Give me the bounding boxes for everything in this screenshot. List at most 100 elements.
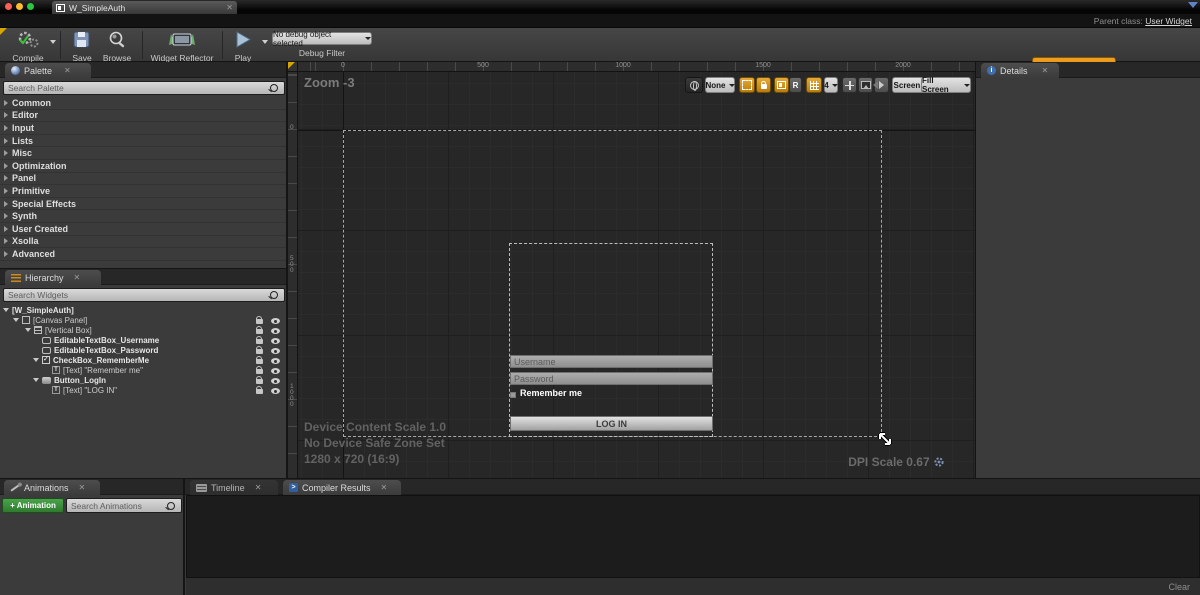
clear-button[interactable]: Clear [1168, 582, 1190, 592]
parent-class-link[interactable]: User Widget [1145, 16, 1192, 26]
tree-row-editabletextbox-password[interactable]: EditableTextBox_Password [0, 345, 286, 355]
tutorial-corner-icon[interactable] [288, 62, 295, 69]
eye-icon[interactable] [271, 388, 280, 394]
close-tab-icon[interactable]: ✕ [226, 4, 233, 12]
tree-row-vertical-box[interactable]: [Vertical Box] [0, 325, 286, 335]
show-outlines-toggle[interactable] [739, 77, 755, 93]
palette-category-xsolla[interactable]: Xsolla [0, 236, 286, 249]
browse-button[interactable]: Browse [98, 31, 136, 63]
lock-widgets-toggle[interactable] [756, 77, 771, 93]
grid-snap-toggle[interactable] [806, 77, 822, 93]
expander-icon[interactable] [13, 318, 19, 322]
palette-category-common[interactable]: Common [0, 97, 286, 110]
palette-category-synth[interactable]: Synth [0, 210, 286, 223]
tutorial-corner-icon[interactable] [0, 28, 7, 35]
eye-icon[interactable] [271, 318, 280, 324]
play-button[interactable]: Play [228, 31, 258, 63]
palette-category-optimization[interactable]: Optimization [0, 160, 286, 173]
compile-options-caret[interactable] [50, 40, 56, 44]
expander-icon[interactable] [4, 238, 8, 244]
close-icon[interactable]: ✕ [1042, 67, 1049, 75]
expander-icon[interactable] [4, 112, 8, 118]
remember-me-checkbox-widget[interactable] [510, 392, 516, 398]
transform-mode-button[interactable] [842, 77, 857, 93]
animations-tab[interactable]: Animations ✕ [4, 480, 100, 495]
palette-category-primitive[interactable]: Primitive [0, 185, 286, 198]
expander-icon[interactable] [25, 328, 31, 332]
expander-icon[interactable] [4, 213, 8, 219]
username-textbox-widget[interactable]: Username [510, 355, 713, 368]
expander-icon[interactable] [4, 188, 8, 194]
lock-icon[interactable] [256, 379, 263, 384]
eye-icon[interactable] [271, 348, 280, 354]
gear-icon[interactable] [933, 456, 945, 468]
palette-category-user-created[interactable]: User Created [0, 223, 286, 236]
expander-icon[interactable] [3, 308, 9, 312]
compile-button[interactable]: Compile [8, 31, 48, 63]
save-button[interactable]: Save [66, 31, 98, 63]
lock-icon[interactable] [256, 339, 263, 344]
close-icon[interactable]: ✕ [64, 67, 71, 75]
asset-tab[interactable]: W_SimpleAuth ✕ [52, 1, 237, 14]
chevron-down-icon[interactable] [1188, 2, 1198, 8]
details-tab[interactable]: i Details ✕ [981, 63, 1059, 78]
add-animation-button[interactable]: + Animation [2, 498, 64, 513]
preview-background-button[interactable] [858, 77, 873, 93]
palette-category-lists[interactable]: Lists [0, 135, 286, 148]
resize-handle-icon[interactable] [876, 430, 894, 448]
widget-reflector-button[interactable]: Widget Reflector [146, 31, 218, 63]
eye-icon[interactable] [271, 328, 280, 334]
maximize-window-icon[interactable] [27, 3, 34, 10]
rulers-toggle[interactable]: R [789, 77, 802, 93]
palette-search[interactable] [3, 81, 285, 95]
eye-icon[interactable] [271, 338, 280, 344]
compiler-results-output[interactable] [186, 495, 1200, 578]
vertical-box-outline[interactable] [509, 243, 713, 437]
eye-icon[interactable] [271, 358, 280, 364]
lock-icon[interactable] [256, 359, 263, 364]
tree-row-text-log-in[interactable]: T [Text] "LOG IN" [0, 385, 286, 395]
tree-row-button-login[interactable]: Button_LogIn [0, 375, 286, 385]
play-options-caret[interactable] [262, 40, 268, 44]
debug-object-dropdown[interactable]: No debug object selected [272, 32, 372, 45]
compiler-results-tab[interactable]: > Compiler Results ✕ [283, 480, 401, 495]
tree-row-canvas-panel[interactable]: [Canvas Panel] [0, 315, 286, 325]
expander-icon[interactable] [4, 100, 8, 106]
lock-icon[interactable] [256, 389, 263, 394]
close-window-icon[interactable] [5, 3, 12, 10]
palette-category-panel[interactable]: Panel [0, 173, 286, 186]
lock-icon[interactable] [256, 319, 263, 324]
palette-category-input[interactable]: Input [0, 122, 286, 135]
palette-search-input[interactable] [4, 83, 270, 93]
expander-icon[interactable] [33, 358, 39, 362]
close-icon[interactable]: ✕ [79, 484, 86, 492]
close-icon[interactable]: ✕ [255, 484, 262, 492]
eye-icon[interactable] [271, 378, 280, 384]
remember-me-label[interactable]: Remember me [520, 388, 582, 398]
flip-preview-button[interactable] [874, 77, 889, 93]
lock-icon[interactable] [256, 329, 263, 334]
minimize-window-icon[interactable] [16, 3, 23, 10]
designer-canvas[interactable]: 0 500 1000 1500 2000 0 500 1000 Zoom -3 … [288, 62, 975, 478]
hierarchy-tab[interactable]: Hierarchy ✕ [5, 270, 101, 285]
expander-icon[interactable] [4, 175, 8, 181]
fill-screen-dropdown[interactable]: Fill Screen [921, 77, 971, 93]
palette-category-misc[interactable]: Misc [0, 147, 286, 160]
grid-snap-size-dropdown[interactable]: 4 [824, 77, 838, 93]
expander-icon[interactable] [4, 150, 8, 156]
respect-locks-toggle[interactable] [774, 77, 789, 93]
expander-icon[interactable] [4, 201, 8, 207]
expander-icon[interactable] [4, 163, 8, 169]
localization-preview-button[interactable] [685, 77, 703, 93]
animations-search[interactable] [66, 498, 182, 513]
palette-category-editor[interactable]: Editor [0, 110, 286, 123]
password-textbox-widget[interactable]: Password [510, 372, 713, 385]
hierarchy-search[interactable] [3, 288, 285, 302]
expander-icon[interactable] [4, 251, 8, 257]
close-icon[interactable]: ✕ [74, 274, 81, 282]
expander-icon[interactable] [4, 226, 8, 232]
flag-dropdown-button[interactable]: None [705, 77, 735, 93]
palette-tab[interactable]: Palette ✕ [5, 63, 91, 78]
animations-search-input[interactable] [67, 501, 167, 511]
lock-icon[interactable] [256, 349, 263, 354]
